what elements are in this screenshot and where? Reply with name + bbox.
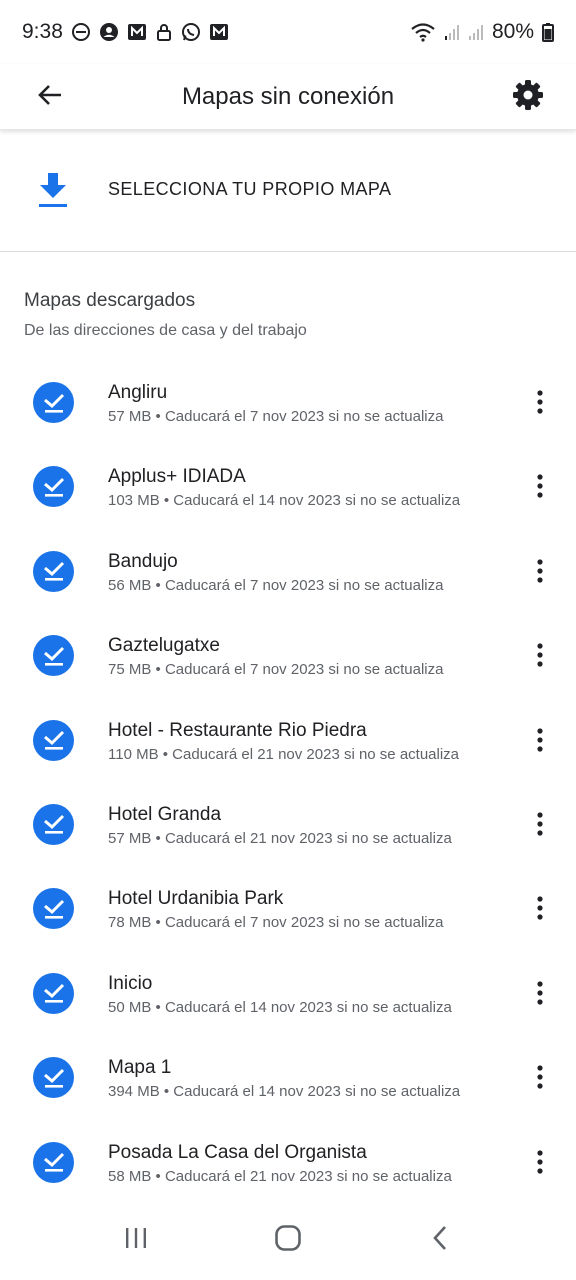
check-circle-icon <box>33 550 74 592</box>
list-item[interactable]: Applus+ IDIADA 103 MB • Caducará el 14 n… <box>0 446 576 530</box>
battery-icon <box>542 22 554 42</box>
map-name: Posada La Casa del Organista <box>108 1141 367 1163</box>
check-circle-icon <box>33 803 74 845</box>
list-item[interactable]: Hotel Urdanibia Park 78 MB • Caducará el… <box>0 868 576 952</box>
map-detail: 50 MB • Caducará el 14 nov 2023 si no se… <box>108 998 452 1016</box>
arrow-back-icon <box>37 82 63 113</box>
list-item[interactable]: Hotel - Restaurante Rio Piedra 110 MB • … <box>0 700 576 784</box>
download-icon <box>36 171 70 214</box>
gmail-icon <box>127 22 147 42</box>
more-options-icon[interactable] <box>524 635 556 675</box>
map-detail: 394 MB • Caducará el 14 nov 2023 si no s… <box>108 1083 461 1101</box>
check-circle-icon <box>33 719 74 761</box>
gmail-icon <box>209 22 229 42</box>
section-subtitle: De las direcciones de casa y del trabajo <box>24 322 307 339</box>
check-circle-icon <box>33 888 74 930</box>
section-title: Mapas descargados <box>24 290 196 311</box>
check-circle-icon <box>33 382 74 423</box>
map-detail: 57 MB • Caducará el 7 nov 2023 si no se … <box>108 408 444 425</box>
map-detail: 56 MB • Caducará el 7 nov 2023 si no se … <box>108 576 444 594</box>
select-own-map-label: SELECCIONA TU PROPIO MAPA <box>108 179 392 199</box>
more-options-icon[interactable] <box>524 551 556 591</box>
map-name: Hotel Granda <box>108 803 222 825</box>
do-not-disturb-icon <box>71 22 91 42</box>
downloaded-maps-list: Angliru 57 MB • Caducará el 7 nov 2023 s… <box>0 362 576 1206</box>
back-chevron-icon <box>430 1224 450 1257</box>
map-name: Angliru <box>108 382 168 403</box>
check-circle-icon <box>33 635 74 677</box>
more-options-icon[interactable] <box>524 1057 556 1097</box>
signal-icon <box>444 23 460 41</box>
list-item[interactable]: Gaztelugatxe 75 MB • Caducará el 7 nov 2… <box>0 615 576 699</box>
status-time: 9:38 <box>22 20 63 43</box>
lock-icon <box>155 22 173 42</box>
map-name: Mapa 1 <box>108 1057 172 1079</box>
list-item[interactable]: Inicio 50 MB • Caducará el 14 nov 2023 s… <box>0 953 576 1037</box>
map-name: Inicio <box>108 972 153 994</box>
map-name: Hotel Urdanibia Park <box>108 888 284 910</box>
more-options-icon[interactable] <box>524 973 556 1013</box>
status-right: 80% <box>410 20 554 44</box>
map-name: Bandujo <box>108 550 178 572</box>
system-navigation-bar <box>0 1200 576 1280</box>
battery-percentage: 80% <box>491 20 534 43</box>
list-item[interactable]: Hotel Granda 57 MB • Caducará el 21 nov … <box>0 784 576 868</box>
settings-button[interactable] <box>504 75 552 119</box>
map-detail: 75 MB • Caducará el 7 nov 2023 si no se … <box>108 661 444 679</box>
map-name: Applus+ IDIADA <box>108 466 246 488</box>
more-options-icon[interactable] <box>524 1142 556 1182</box>
more-options-icon[interactable] <box>524 720 556 760</box>
app-bar: Mapas sin conexión <box>0 64 576 130</box>
more-options-icon[interactable] <box>524 804 556 844</box>
signal-icon <box>468 23 484 41</box>
status-bar: 9:38 80% <box>0 0 576 64</box>
more-options-icon[interactable] <box>524 382 556 422</box>
status-left: 9:38 <box>22 20 229 44</box>
more-options-icon[interactable] <box>524 888 556 928</box>
map-detail: 103 MB • Caducará el 14 nov 2023 si no s… <box>108 492 461 510</box>
account-circle-icon <box>99 22 119 42</box>
map-name: Hotel - Restaurante Rio Piedra <box>108 719 367 741</box>
more-options-icon[interactable] <box>524 466 556 506</box>
check-circle-icon <box>33 466 74 508</box>
map-detail: 110 MB • Caducará el 21 nov 2023 si no s… <box>108 745 460 763</box>
back-button[interactable] <box>28 75 72 119</box>
map-detail: 57 MB • Caducará el 21 nov 2023 si no se… <box>108 829 452 847</box>
list-item[interactable]: Mapa 1 394 MB • Caducará el 14 nov 2023 … <box>0 1037 576 1121</box>
wifi-icon <box>410 22 436 42</box>
check-circle-icon <box>33 1141 74 1183</box>
list-item[interactable]: Angliru 57 MB • Caducará el 7 nov 2023 s… <box>0 362 576 446</box>
whatsapp-icon <box>181 22 201 42</box>
gear-icon <box>512 79 544 116</box>
system-back-button[interactable] <box>400 1210 480 1270</box>
recents-icon <box>123 1226 149 1255</box>
list-item[interactable]: Posada La Casa del Organista 58 MB • Cad… <box>0 1122 576 1206</box>
list-item[interactable]: Bandujo 56 MB • Caducará el 7 nov 2023 s… <box>0 531 576 615</box>
map-detail: 58 MB • Caducará el 21 nov 2023 si no se… <box>108 1167 452 1185</box>
page-title: Mapas sin conexión <box>181 82 395 110</box>
map-detail: 78 MB • Caducará el 7 nov 2023 si no se … <box>108 914 444 932</box>
select-own-map-button[interactable]: SELECCIONA TU PROPIO MAPA <box>0 131 576 252</box>
check-circle-icon <box>33 1057 74 1099</box>
recents-button[interactable] <box>96 1210 176 1270</box>
map-name: Gaztelugatxe <box>108 635 220 657</box>
home-icon <box>274 1224 302 1257</box>
home-button[interactable] <box>248 1210 328 1270</box>
check-circle-icon <box>33 972 74 1014</box>
